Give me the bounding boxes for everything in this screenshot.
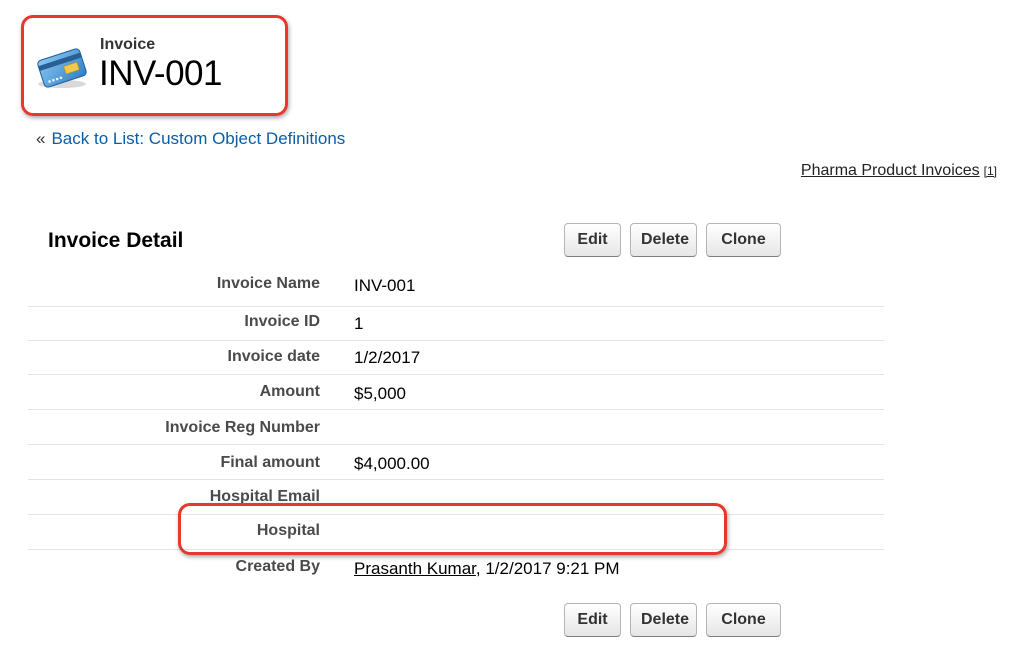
related-list-links: Pharma Product Invoices [1] [801,162,997,180]
back-arrow-icon: « [36,129,46,148]
edit-button[interactable]: Edit [564,603,621,637]
field-row-invoice-id: Invoice ID 1 [28,307,884,341]
row-divider [28,479,884,480]
bottom-button-bar: Edit Delete Clone [564,603,781,637]
field-label: Created By [235,558,320,575]
field-label: Invoice Reg Number [165,419,320,436]
field-row-invoice-reg-number: Invoice Reg Number [28,411,884,445]
row-divider [28,409,884,410]
field-row-final-amount: Final amount $4,000.00 [28,446,884,480]
section-title: Invoice Detail [48,229,184,252]
field-row-invoice-date: Invoice date 1/2/2017 [28,341,884,375]
field-row-created-by: Created By Prasanth Kumar, 1/2/2017 9:21… [28,551,884,585]
delete-button[interactable]: Delete [630,603,697,637]
field-value: $5,000 [354,384,406,403]
created-by-user-link[interactable]: Prasanth Kumar [354,559,476,578]
field-label: Final amount [220,454,320,471]
edit-button[interactable]: Edit [564,223,621,257]
clone-button[interactable]: Clone [706,603,781,637]
field-value: 1 [354,314,364,333]
field-value: INV-001 [354,276,416,295]
field-label: Amount [259,383,320,400]
related-list-link-pharma-product-invoices[interactable]: Pharma Product Invoices [801,162,980,179]
clone-button[interactable]: Clone [706,223,781,257]
field-label: Invoice date [227,348,320,365]
breadcrumb: « Back to List: Custom Object Definitions [36,129,345,149]
hospital-highlight-annotation [178,503,727,555]
related-list-count[interactable]: [1] [984,164,997,178]
created-by-value: Prasanth Kumar, 1/2/2017 9:21 PM [354,559,620,579]
field-label: Invoice ID [244,313,320,330]
header-highlight-annotation [21,15,288,116]
top-button-bar: Edit Delete Clone [564,223,781,257]
delete-button[interactable]: Delete [630,223,697,257]
row-divider [28,444,884,445]
field-value: 1/2/2017 [354,348,421,367]
field-row-invoice-name: Invoice Name INV-001 [28,273,884,307]
field-value: $4,000.00 [354,454,430,473]
created-date: , 1/2/2017 9:21 PM [475,559,620,578]
field-row-amount: Amount $5,000 [28,376,884,410]
back-to-list-link[interactable]: Back to List: Custom Object Definitions [51,129,345,148]
row-divider [28,374,884,375]
field-label: Invoice Name [216,275,320,292]
